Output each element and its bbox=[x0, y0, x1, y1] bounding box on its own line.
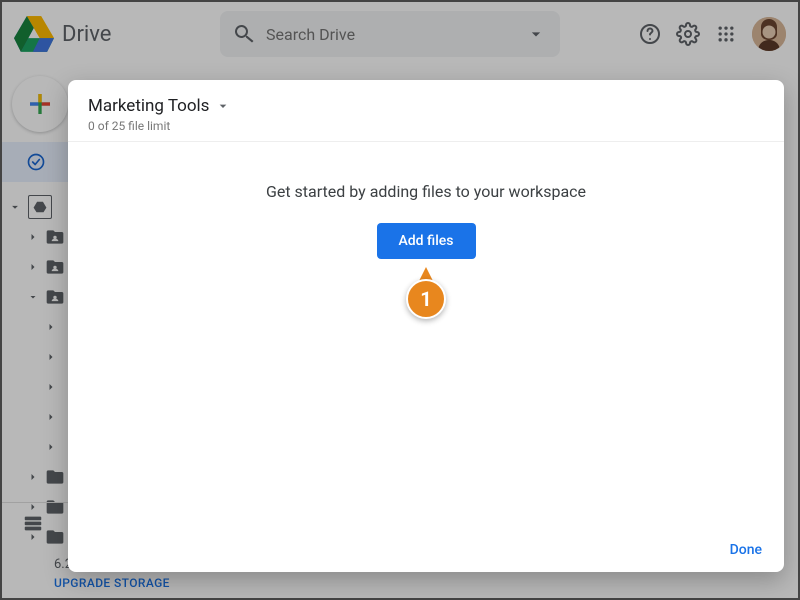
workspace-title-dropdown[interactable]: Marketing Tools bbox=[88, 96, 231, 116]
workspace-dialog: Marketing Tools 0 of 25 file limit Get s… bbox=[68, 80, 784, 572]
tutorial-callout: 1 bbox=[406, 265, 446, 317]
add-files-button[interactable]: Add files bbox=[377, 223, 476, 259]
callout-number: 1 bbox=[406, 279, 446, 319]
done-button[interactable]: Done bbox=[730, 542, 762, 558]
empty-state-text: Get started by adding files to your work… bbox=[266, 182, 586, 201]
dropdown-icon bbox=[215, 98, 231, 114]
workspace-name: Marketing Tools bbox=[88, 96, 209, 116]
file-limit-text: 0 of 25 file limit bbox=[88, 119, 764, 133]
